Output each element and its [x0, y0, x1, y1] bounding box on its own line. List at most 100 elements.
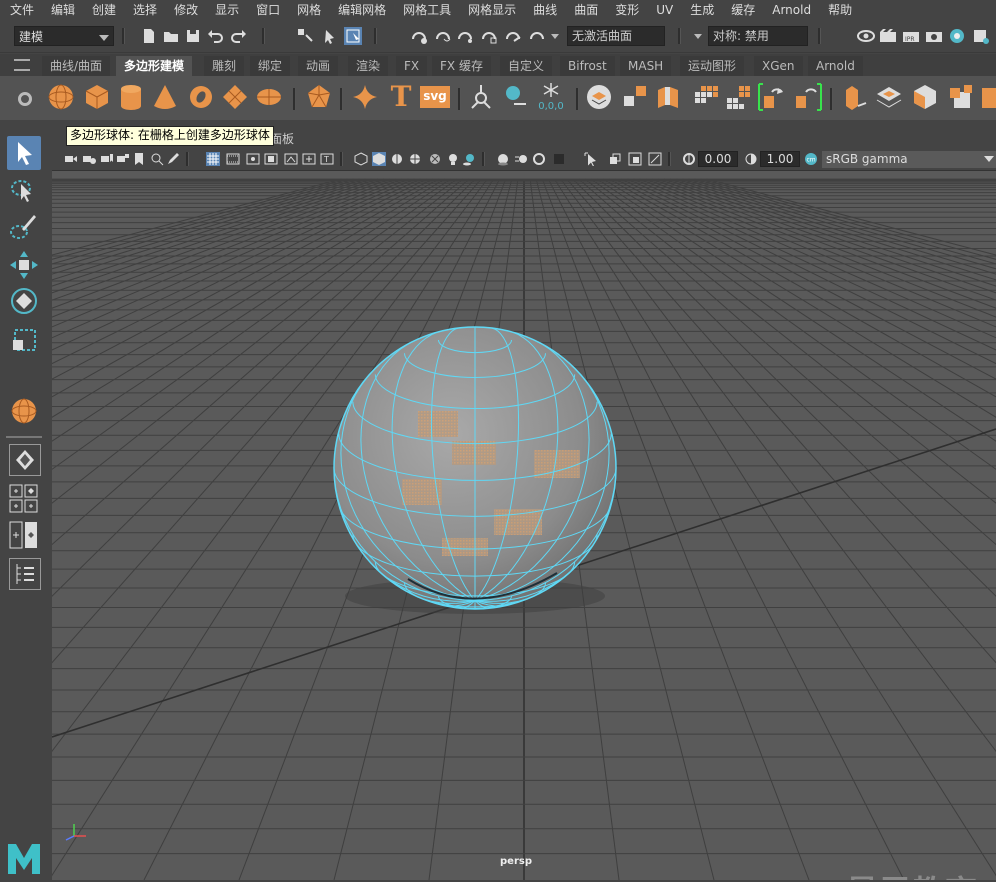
poly-sphere-icon[interactable]	[46, 82, 76, 112]
last-tool-sphere-button[interactable]	[7, 394, 41, 428]
append-polygon-icon[interactable]	[910, 82, 940, 112]
hypershade-icon[interactable]	[948, 27, 966, 45]
save-scene-icon[interactable]	[184, 27, 202, 45]
menu-item[interactable]: 窗口	[246, 0, 287, 20]
bookmark-icon[interactable]	[100, 152, 114, 166]
move-tool-button[interactable]	[7, 248, 41, 282]
bridge-icon[interactable]	[792, 82, 822, 112]
render-settings-icon[interactable]	[925, 27, 943, 45]
snap-to-grid-icon[interactable]	[410, 27, 428, 45]
eye-icon[interactable]	[857, 27, 875, 45]
snap-to-view-plane-icon[interactable]	[480, 27, 498, 45]
open-scene-icon[interactable]	[162, 27, 180, 45]
shelf-tab[interactable]: 自定义	[500, 56, 553, 76]
shelf-tab[interactable]: FX	[396, 56, 428, 76]
grid-toggle-icon[interactable]	[206, 152, 220, 166]
menu-item[interactable]: 变形	[605, 0, 646, 20]
snap-to-point-icon[interactable]	[456, 27, 474, 45]
shelf-tab[interactable]: 动画	[298, 56, 339, 76]
menu-set-select[interactable]: 建模	[14, 26, 114, 46]
shelf-tab[interactable]: XGen	[754, 56, 803, 76]
menu-item[interactable]: 选择	[123, 0, 164, 20]
shelf-tab[interactable]: 曲线/曲面	[42, 56, 111, 76]
xray-joints-icon[interactable]	[628, 152, 642, 166]
gear-icon[interactable]	[18, 92, 32, 106]
make-live-icon[interactable]	[504, 27, 522, 45]
gamma-field[interactable]: 1.00	[760, 151, 800, 167]
select-by-hierarchy-icon[interactable]	[296, 27, 314, 45]
camera-icon[interactable]	[64, 152, 78, 166]
use-all-lights-icon[interactable]	[428, 152, 442, 166]
single-pane-layout-button[interactable]	[9, 444, 41, 476]
rotate-tool-button[interactable]	[7, 284, 41, 318]
menu-item[interactable]: 编辑	[41, 0, 82, 20]
measure-tool-icon[interactable]	[500, 82, 530, 112]
safe-title-icon[interactable]: T	[320, 152, 334, 166]
chevron-down-icon[interactable]	[694, 34, 702, 39]
scale-tool-button[interactable]	[7, 322, 41, 356]
menu-item[interactable]: 网格显示	[458, 0, 523, 20]
snap-together-icon[interactable]	[528, 27, 546, 45]
extrude-icon[interactable]	[840, 82, 870, 112]
exposure-icon[interactable]	[682, 152, 696, 166]
poly-cylinder-icon[interactable]	[116, 82, 146, 112]
two-d-pan-icon[interactable]	[150, 152, 164, 166]
text-tool-icon[interactable]: T	[386, 82, 416, 112]
poly-torus-icon[interactable]	[186, 82, 216, 112]
menu-item[interactable]: 创建	[82, 0, 123, 20]
select-by-object-icon[interactable]	[320, 27, 338, 45]
lasso-tool-button[interactable]	[7, 174, 41, 208]
menu-item[interactable]: 网格	[287, 0, 328, 20]
menu-item[interactable]: 网格工具	[393, 0, 458, 20]
film-gate-icon[interactable]	[226, 152, 240, 166]
resolution-gate-icon[interactable]	[246, 152, 260, 166]
field-chart-icon[interactable]	[284, 152, 298, 166]
select-by-component-icon[interactable]	[344, 27, 362, 45]
select-tool-button[interactable]	[7, 136, 41, 170]
textured-icon[interactable]	[408, 152, 422, 166]
perspective-viewport[interactable]: persp 最需教育	[52, 171, 996, 880]
ipr-render-icon[interactable]: IPR	[902, 27, 920, 45]
inactive-surface-field[interactable]: 无激活曲面	[567, 26, 665, 46]
wireframe-icon[interactable]	[354, 152, 368, 166]
combine-icon[interactable]	[584, 82, 614, 112]
sweep-mesh-icon[interactable]	[350, 82, 380, 112]
xray-active-icon[interactable]	[648, 152, 662, 166]
menu-item[interactable]: Arnold	[762, 0, 818, 20]
light-bulb-icon[interactable]	[446, 152, 460, 166]
menu-item[interactable]: 生成	[680, 0, 721, 20]
fill-hole-icon[interactable]	[874, 82, 904, 112]
multi-cut-icon[interactable]	[946, 82, 976, 112]
shadows-icon[interactable]	[462, 152, 476, 166]
image-plane-icon[interactable]	[116, 152, 130, 166]
shelf-tab[interactable]: 运动图形	[680, 56, 745, 76]
poly-disc-icon[interactable]	[254, 82, 284, 112]
safe-action-icon[interactable]	[302, 152, 316, 166]
shelf-tab[interactable]: 绑定	[250, 56, 291, 76]
render-view-icon[interactable]	[879, 27, 897, 45]
smooth-icon[interactable]	[654, 82, 684, 112]
symmetry-field[interactable]: 对称: 禁用	[708, 26, 808, 46]
menu-item[interactable]: 编辑网格	[328, 0, 393, 20]
separate-icon[interactable]	[620, 82, 650, 112]
viewport-scene[interactable]	[52, 171, 996, 880]
chevron-down-icon[interactable]	[551, 34, 559, 39]
mirror-icon[interactable]	[758, 82, 788, 112]
freeze-transform-icon[interactable]: 0,0,0	[536, 82, 566, 112]
poly-plane-icon[interactable]	[220, 82, 250, 112]
render-setup-icon[interactable]	[972, 27, 990, 45]
poly-cube-icon[interactable]	[82, 82, 112, 112]
smooth-shade-icon[interactable]	[372, 152, 386, 166]
menu-item[interactable]: 缓存	[721, 0, 762, 20]
menu-item[interactable]: 文件	[0, 0, 41, 20]
menu-item[interactable]: 修改	[164, 0, 205, 20]
bookmark-flag-icon[interactable]	[132, 152, 146, 166]
xray-icon[interactable]	[608, 152, 622, 166]
snap-to-curve-icon[interactable]	[434, 27, 452, 45]
gamma-icon[interactable]	[744, 152, 758, 166]
bevel-tool-icon[interactable]	[466, 82, 496, 112]
shelf-tab[interactable]: Arnold	[808, 56, 863, 76]
undo-icon[interactable]	[206, 27, 224, 45]
exposure-field[interactable]: 0.00	[698, 151, 738, 167]
outliner-layout-button[interactable]	[9, 558, 41, 590]
